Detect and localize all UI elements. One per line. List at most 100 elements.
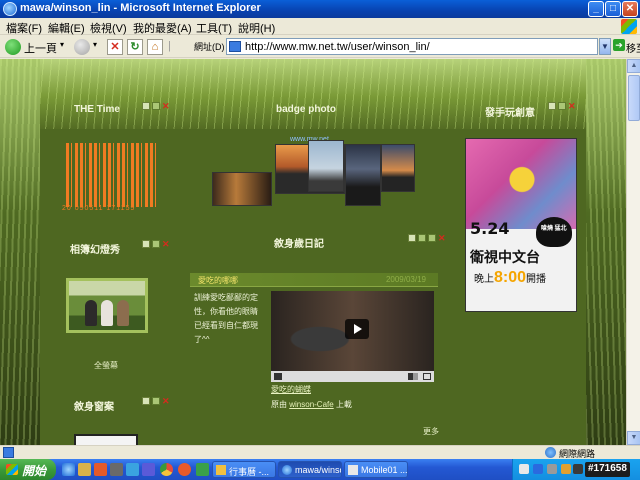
vertical-scrollbar[interactable]: ▲ ▼ xyxy=(626,59,640,445)
quicklaunch-extra-icon[interactable] xyxy=(196,463,209,476)
fullscreen-icon[interactable] xyxy=(423,373,431,380)
tray-icon-1[interactable] xyxy=(519,464,529,474)
quicklaunch-ie-icon[interactable] xyxy=(62,463,75,476)
forward-dropdown-icon[interactable]: ▾ xyxy=(93,40,97,49)
address-label: 網址(D) xyxy=(194,42,225,52)
taskbar-button-calendar[interactable]: 行事曆 -... xyxy=(212,461,276,478)
start-button[interactable]: 開始 xyxy=(0,459,56,480)
window-icon xyxy=(348,465,358,475)
move-icon[interactable] xyxy=(558,102,566,110)
toolbar-separator: | xyxy=(168,40,171,52)
ie-icon xyxy=(282,465,292,475)
ad-cyclists-photo xyxy=(466,139,576,229)
badge-photo-dusk[interactable] xyxy=(381,144,415,192)
page-status-icon xyxy=(3,447,14,458)
stop-icon[interactable]: ✕ xyxy=(107,39,123,55)
delete-icon[interactable]: ✕ xyxy=(162,240,170,249)
video-controls xyxy=(271,371,434,382)
quicklaunch-desktop-icon[interactable] xyxy=(110,463,123,476)
internet-zone-icon xyxy=(545,447,556,458)
delete-icon[interactable]: ✕ xyxy=(568,102,576,111)
module-controls-diary: ✕ xyxy=(408,234,448,243)
tray-icon-2[interactable] xyxy=(533,464,543,474)
module-title-diary: 敘身歲日記 xyxy=(274,239,324,250)
back-button-label[interactable]: 上一頁 xyxy=(24,40,57,56)
address-url[interactable]: http://www.mw.net.tw/user/winson_lin/ xyxy=(245,41,430,53)
grass-right-border xyxy=(586,59,626,445)
badge-photo-room[interactable] xyxy=(212,172,272,206)
play-pause-icon[interactable] xyxy=(274,373,282,380)
play-icon[interactable] xyxy=(345,319,369,339)
scroll-down-icon[interactable]: ▼ xyxy=(627,431,640,445)
edit-icon[interactable] xyxy=(142,397,150,405)
quicklaunch-messenger-icon[interactable] xyxy=(126,463,139,476)
delete-icon[interactable]: ✕ xyxy=(162,397,170,406)
scroll-up-icon[interactable]: ▲ xyxy=(627,59,640,73)
forward-arrow-icon[interactable] xyxy=(74,39,90,55)
close-button[interactable]: ✕ xyxy=(622,1,638,17)
delete-icon[interactable]: ✕ xyxy=(162,102,170,111)
maximize-button[interactable]: □ xyxy=(605,1,621,17)
menu-help[interactable]: 說明(H) xyxy=(238,20,275,36)
album-slideshow[interactable] xyxy=(66,278,148,333)
quicklaunch-chrome-icon[interactable] xyxy=(160,463,173,476)
diary-entry-body: 訓練愛吃鄙鄙的定性，你看他的眼睛已經看到自仁都現了^^ xyxy=(194,293,258,344)
module-title-album: 相簿幻燈秀 xyxy=(70,245,120,256)
diary-entry-title[interactable]: 愛吃的哪哪 xyxy=(198,275,238,286)
menu-favorites[interactable]: 我的最愛(A) xyxy=(133,20,192,36)
taskbar: 開始 行事曆 -... mawa/winso... Mobile01 ... #… xyxy=(0,459,640,480)
menu-view[interactable]: 檢視(V) xyxy=(90,20,127,36)
video-title-link[interactable]: 愛吃的蝴蝶 xyxy=(271,384,311,395)
menu-bar: 檔案(F) 編輯(E) 檢視(V) 我的最愛(A) 工具(T) 說明(H) xyxy=(0,18,640,35)
menu-file[interactable]: 檔案(F) xyxy=(6,20,42,36)
page-icon xyxy=(229,41,241,52)
module-controls-bag: ✕ xyxy=(142,397,172,406)
edit-icon[interactable] xyxy=(142,240,150,248)
taskbar-button-ie[interactable]: mawa/winso... xyxy=(278,461,342,478)
address-dropdown-icon[interactable]: ▼ xyxy=(599,38,611,55)
ad-date: 5.24 xyxy=(470,219,510,238)
move-icon[interactable] xyxy=(418,234,426,242)
delete-icon[interactable]: ✕ xyxy=(438,234,446,243)
video-player[interactable] xyxy=(271,291,434,382)
quicklaunch-app-icon[interactable] xyxy=(142,463,155,476)
album-fullscreen-link[interactable]: 全螢幕 xyxy=(94,360,118,371)
diary-entry-date: 2009/03/19 xyxy=(385,275,426,284)
refresh-icon[interactable]: ↻ xyxy=(127,39,143,55)
address-bar[interactable]: http://www.mw.net.tw/user/winson_lin/ xyxy=(226,38,598,55)
back-dropdown-icon[interactable]: ▾ xyxy=(60,40,64,49)
go-arrow-icon[interactable]: ➔ xyxy=(613,39,625,51)
home-icon[interactable]: ⌂ xyxy=(147,39,163,55)
edit-icon[interactable] xyxy=(408,234,416,242)
volume-icon[interactable] xyxy=(408,373,418,380)
quicklaunch-firefox-icon[interactable] xyxy=(178,463,191,476)
edit-icon[interactable] xyxy=(142,102,150,110)
quicklaunch-folder-icon[interactable] xyxy=(78,463,91,476)
window-title: mawa/winson_lin - Microsoft Internet Exp… xyxy=(20,2,261,14)
go-button-label[interactable]: 移至 xyxy=(626,40,640,55)
quicklaunch-media-icon[interactable] xyxy=(94,463,107,476)
menu-tools[interactable]: 工具(T) xyxy=(196,20,232,36)
ad-banner[interactable]: 5.24 嗆燒 猛北 衛視中文台 晚上8:00開播 xyxy=(465,138,577,312)
minimize-button[interactable]: _ xyxy=(588,1,604,17)
tray-icon-4[interactable] xyxy=(561,464,571,474)
source-link[interactable]: winson-Cafe xyxy=(289,400,333,409)
module-title-badge-photo: badge photo xyxy=(276,104,336,115)
tray-icon-5[interactable] xyxy=(573,464,583,474)
move-icon[interactable] xyxy=(428,234,436,242)
badge-photo-night[interactable] xyxy=(345,144,381,206)
scroll-thumb[interactable] xyxy=(628,75,640,121)
move-icon[interactable] xyxy=(152,240,160,248)
badge-photo-tree[interactable] xyxy=(308,140,344,192)
diary-more-link[interactable]: 更多 xyxy=(423,426,439,437)
tray-icon-3[interactable] xyxy=(547,464,557,474)
module-controls-ad: ✕ xyxy=(548,102,578,111)
move-icon[interactable] xyxy=(152,397,160,405)
module-controls-time: ✕ xyxy=(142,102,172,111)
back-arrow-icon[interactable] xyxy=(5,39,21,55)
move-icon[interactable] xyxy=(152,102,160,110)
taskbar-button-mobile01[interactable]: Mobile01 ... xyxy=(344,461,408,478)
system-tray: #171658 xyxy=(512,459,640,480)
edit-icon[interactable] xyxy=(548,102,556,110)
menu-edit[interactable]: 編輯(E) xyxy=(48,20,85,36)
